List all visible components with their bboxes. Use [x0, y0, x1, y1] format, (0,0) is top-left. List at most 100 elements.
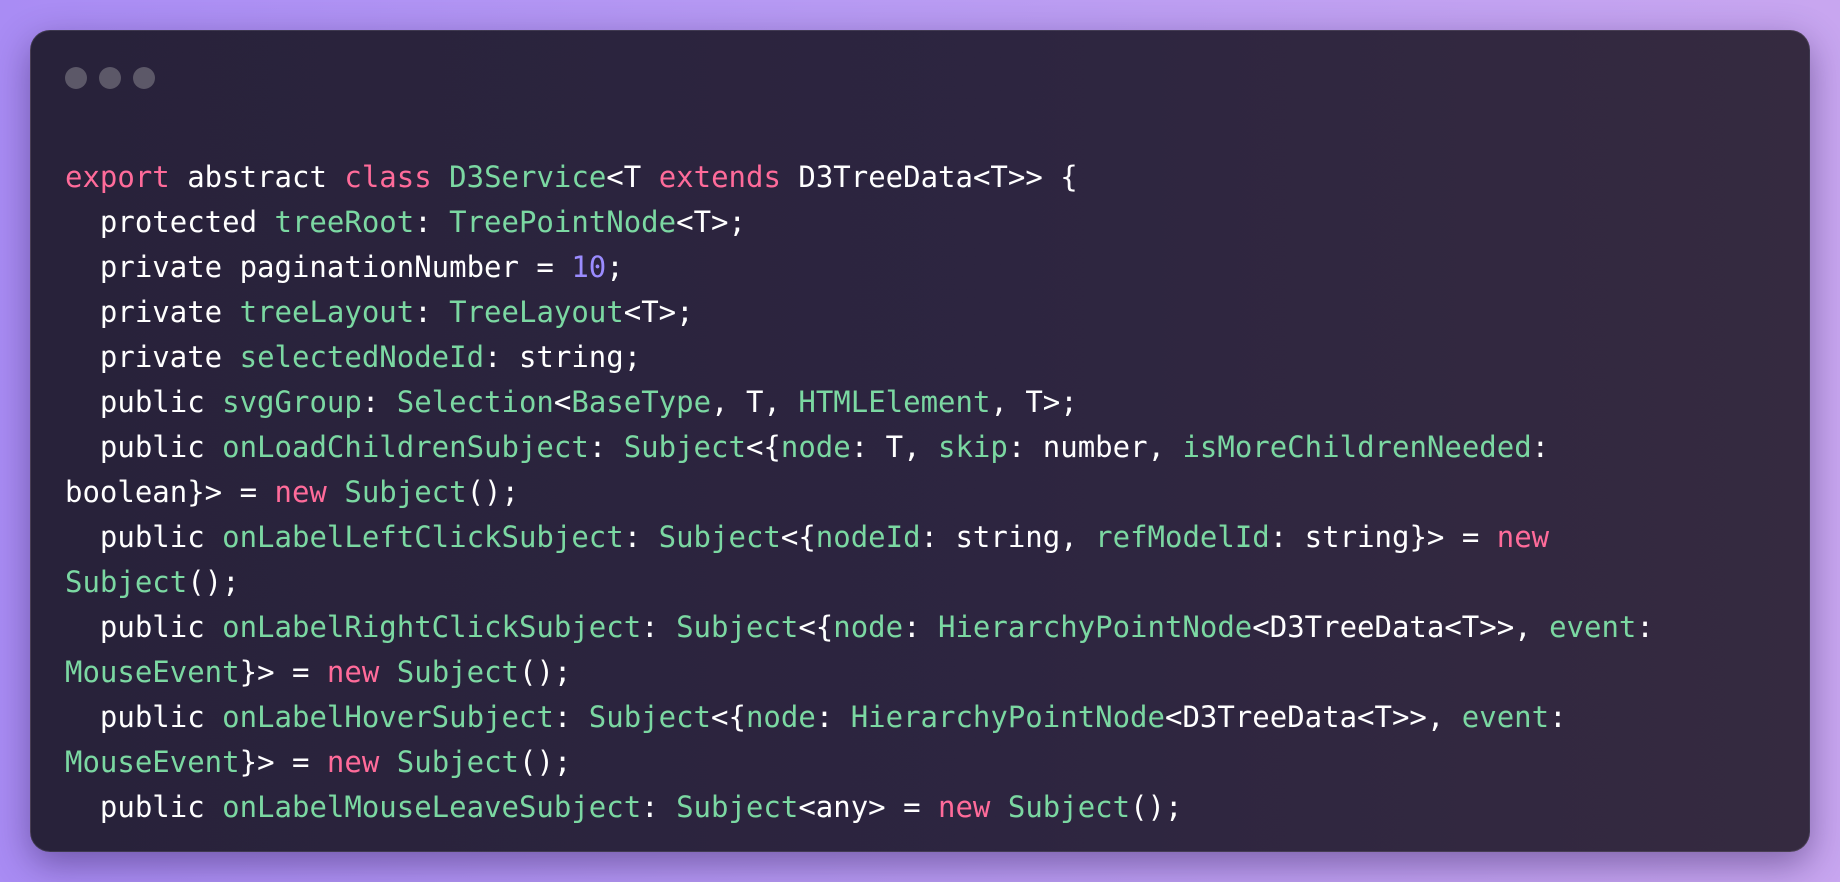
code-identifier: HierarchyPointNode [850, 700, 1165, 734]
code-identifier: Subject [676, 610, 799, 644]
code-text: (); [519, 655, 572, 689]
code-identifier: isMoreChildrenNeeded [1182, 430, 1532, 464]
code-identifier: HierarchyPointNode [938, 610, 1253, 644]
code-identifier: treeLayout [239, 295, 415, 329]
code-text: public [65, 790, 223, 824]
code-window: export abstract class D3Service<T extend… [30, 30, 1810, 852]
code-text: }> = [239, 745, 327, 779]
code-text: : string; [484, 340, 642, 374]
code-text: protected [65, 205, 275, 239]
code-identifier: Subject [658, 520, 781, 554]
code-line: public onLabelMouseLeaveSubject: Subject… [65, 785, 1654, 830]
code-identifier: treeRoot [274, 205, 415, 239]
code-line: export abstract class D3Service<T extend… [65, 155, 1654, 200]
code-identifier: BaseType [571, 385, 712, 419]
code-identifier: onLabelRightClickSubject [222, 610, 642, 644]
code-identifier: Subject [65, 565, 188, 599]
code-text: private [65, 295, 240, 329]
code-line: protected treeRoot: TreePointNode<T>; [65, 200, 1654, 245]
code-text: : [1549, 700, 1567, 734]
code-identifier: HTMLElement [798, 385, 991, 419]
code-text: <T>; [676, 205, 746, 239]
code-identifier: Subject [1007, 790, 1131, 824]
code-identifier: D3Service [449, 160, 607, 194]
code-identifier: Subject [396, 745, 519, 779]
code-identifier: onLoadChildrenSubject [222, 430, 589, 464]
code-identifier: Subject [396, 655, 519, 689]
code-text: (); [187, 565, 240, 599]
code-text: public [65, 430, 223, 464]
code-text: public [65, 520, 223, 554]
code-text: : [1636, 610, 1654, 644]
code-keyword: class [344, 160, 432, 194]
code-text: <{ [711, 700, 746, 734]
code-text: : number, [1007, 430, 1183, 464]
code-text: : [414, 295, 450, 329]
code-identifier: onLabelHoverSubject [222, 700, 554, 734]
code-keyword: new [326, 745, 380, 779]
code-identifier: Subject [676, 790, 799, 824]
code-text: boolean}> = [65, 475, 275, 509]
code-block: export abstract class D3Service<T extend… [65, 155, 1654, 830]
code-keyword: new [938, 790, 991, 824]
code-identifier: node [745, 700, 816, 734]
code-keyword: new [274, 475, 327, 509]
code-line: MouseEvent}> = new Subject(); [65, 650, 1654, 695]
code-line: private selectedNodeId: string; [65, 335, 1654, 380]
code-line: Subject(); [65, 560, 1654, 605]
code-text: <D3TreeData<T>>, [1164, 700, 1462, 734]
code-line: public onLabelRightClickSubject: Subject… [65, 605, 1654, 650]
code-keyword: extends [658, 160, 781, 194]
code-text: <T [606, 160, 659, 194]
window-dot-icon [99, 67, 121, 89]
window-dot-icon [65, 67, 87, 89]
code-line: MouseEvent}> = new Subject(); [65, 740, 1654, 785]
code-text: , T, [711, 385, 799, 419]
code-identifier: onLabelMouseLeaveSubject [222, 790, 642, 824]
code-text: public [65, 385, 223, 419]
code-identifier: Subject [623, 430, 746, 464]
code-identifier: svgGroup [222, 385, 362, 419]
code-text: (); [1130, 790, 1183, 824]
code-text: <D3TreeData<T>>, [1252, 610, 1550, 644]
code-line: public svgGroup: Selection<BaseType, T, … [65, 380, 1654, 425]
code-line: public onLoadChildrenSubject: Subject<{n… [65, 425, 1654, 470]
code-text: : string, [920, 520, 1096, 554]
code-identifier: event [1461, 700, 1550, 734]
code-identifier: TreePointNode [449, 205, 677, 239]
code-text: <T>; [623, 295, 694, 329]
code-line: boolean}> = new Subject(); [65, 470, 1654, 515]
code-keyword: new [326, 655, 380, 689]
code-identifier: Subject [588, 700, 712, 734]
code-text: : [588, 430, 624, 464]
code-line: public onLabelLeftClickSubject: Subject<… [65, 515, 1654, 560]
code-text: : [361, 385, 397, 419]
code-identifier: Subject [344, 475, 467, 509]
code-text: : [553, 700, 589, 734]
code-identifier: MouseEvent [65, 655, 240, 689]
code-identifier: MouseEvent [65, 745, 240, 779]
code-text: : [414, 205, 450, 239]
code-text: ; [606, 250, 624, 284]
code-identifier: node [780, 430, 851, 464]
code-identifier: skip [938, 430, 1008, 464]
code-text: : [641, 790, 677, 824]
code-text: <{ [780, 520, 816, 554]
code-keyword: new [1496, 520, 1550, 554]
code-text: private paginationNumber = [65, 250, 572, 284]
code-text: }> = [239, 655, 327, 689]
code-text: < [553, 385, 572, 419]
code-text: : [641, 610, 677, 644]
code-text: , T>; [990, 385, 1078, 419]
code-text: <{ [798, 610, 834, 644]
code-text: : string}> = [1269, 520, 1497, 554]
code-identifier: onLabelLeftClickSubject [222, 520, 624, 554]
code-text: (); [466, 475, 519, 509]
code-identifier: nodeId [815, 520, 921, 554]
window-dot-icon [133, 67, 155, 89]
code-text: public [65, 700, 223, 734]
